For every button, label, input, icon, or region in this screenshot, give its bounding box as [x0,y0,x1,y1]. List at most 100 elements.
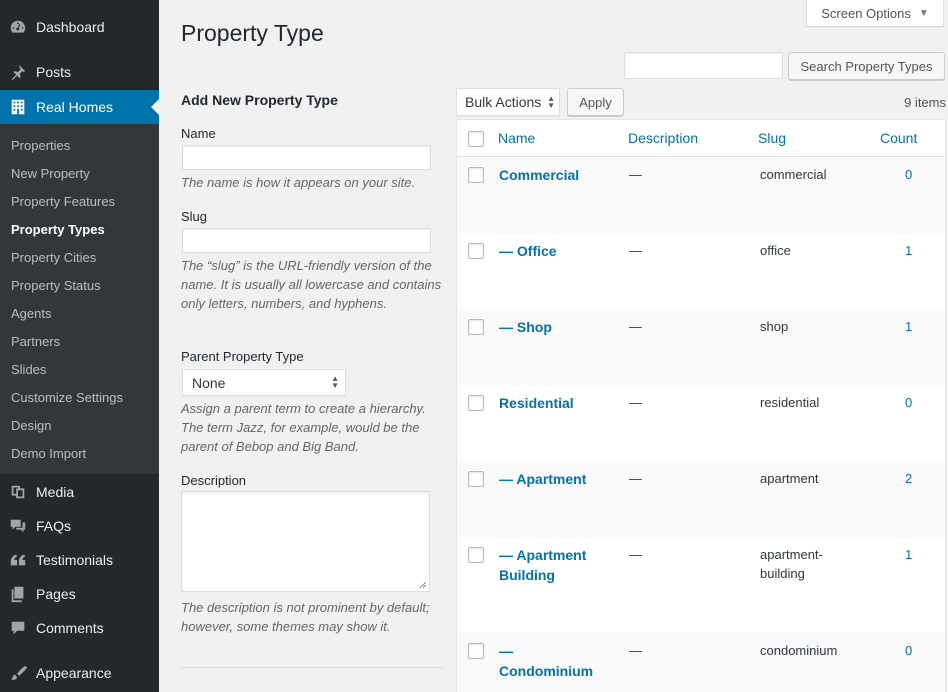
submenu-properties[interactable]: Properties [11,138,70,153]
screen-options-button[interactable]: Screen Options ▼ [806,0,944,27]
name-label: Name [181,126,216,141]
term-count-link[interactable]: 1 [905,319,912,334]
table-row: Residential — residential 0 [457,385,945,461]
term-name-link[interactable]: — Condominium [499,641,609,681]
description-help: The description is not prominent by defa… [181,600,430,634]
slug-input[interactable] [182,228,431,253]
term-count-link[interactable]: 0 [905,167,912,182]
term-slug: residential [760,395,820,410]
select-all-checkbox[interactable] [468,131,484,147]
name-help: The name is how it appears on your site. [181,175,416,190]
menu-label: Posts [36,64,72,80]
menu-faqs[interactable]: FAQs [0,509,159,543]
menu-pages[interactable]: Pages [0,577,159,611]
name-input[interactable] [182,145,431,170]
column-slug-header[interactable]: Slug [758,130,786,146]
search-property-types-button[interactable]: Search Property Types [788,52,945,80]
submenu-slides[interactable]: Slides [11,362,46,377]
term-count-link[interactable]: 1 [905,243,912,258]
submenu-property-cities[interactable]: Property Cities [11,250,96,265]
screen-options-label: Screen Options [821,5,911,21]
menu-media[interactable]: Media [0,475,159,509]
apply-button[interactable]: Apply [567,88,624,116]
menu-label: FAQs [36,518,72,534]
term-slug: condominium [760,643,838,658]
triangle-down-icon: ▼ [918,7,929,19]
submenu-customize-settings[interactable]: Customize Settings [11,390,123,405]
menu-appearance[interactable]: Appearance [0,656,159,690]
submenu-agents[interactable]: Agents [11,306,51,321]
column-name-header[interactable]: Name [498,130,535,146]
menu-comments[interactable]: Comments [0,611,159,645]
parent-select[interactable]: None ▲ ▼ [182,369,346,396]
term-slug: office [760,243,791,258]
menu-label: Real Homes [36,99,114,115]
term-name-link[interactable]: — Office [499,241,619,261]
submenu-property-status[interactable]: Property Status [11,278,101,293]
term-name-link[interactable]: — Apartment [499,469,619,489]
menu-label: Testimonials [36,552,114,568]
term-count-link[interactable]: 1 [905,547,912,562]
table-row: — Condominium — condominium 0 [457,632,945,692]
table-row: — Apartment Building — apartment-buildin… [457,537,945,632]
table-header: Name Description Slug Count [457,120,945,157]
submenu-design[interactable]: Design [11,418,51,433]
term-name-link[interactable]: Commercial [499,165,619,185]
submenu-demo-import[interactable]: Demo Import [11,446,86,461]
column-description-header[interactable]: Description [628,130,698,146]
form-divider [181,667,443,668]
items-count: 9 items [904,95,946,110]
slug-help: The “slug” is the URL-friendly version o… [181,258,442,311]
admin-sidebar: Dashboard Posts Real Homes Properties Ne… [0,0,159,692]
brush-icon [0,664,36,682]
column-count-header[interactable]: Count [880,130,917,146]
menu-testimonials[interactable]: Testimonials [0,543,159,577]
row-checkbox[interactable] [468,319,484,335]
term-name-link[interactable]: Residential [499,393,619,413]
term-count-link[interactable]: 0 [905,643,912,658]
submenu-property-types[interactable]: Property Types [11,222,105,237]
row-checkbox[interactable] [468,547,484,563]
row-checkbox[interactable] [468,167,484,183]
resize-grip-icon[interactable] [419,581,427,589]
table-row: — Office — office 1 [457,233,945,309]
table-row: Commercial — commercial 0 [457,158,945,233]
menu-posts[interactable]: Posts [0,55,159,89]
menu-label: Pages [36,586,76,602]
description-textarea[interactable] [181,491,430,592]
term-description: — [629,243,642,258]
term-description: — [629,643,642,658]
submenu-new-property[interactable]: New Property [11,166,90,181]
term-count-link[interactable]: 2 [905,471,912,486]
quote-icon [0,551,36,569]
table-row: — Apartment — apartment 2 [457,461,945,537]
term-slug: apartment-building [760,547,823,581]
page-title: Property Type [181,20,324,46]
pin-icon [0,63,36,81]
media-icon [0,483,36,501]
term-description: — [629,471,642,486]
term-name-link[interactable]: — Shop [499,317,619,337]
parent-label: Parent Property Type [181,349,304,364]
add-new-heading: Add New Property Type [181,92,338,108]
table-row: — Shop — shop 1 [457,309,945,385]
menu-real-homes[interactable]: Real Homes [0,90,159,124]
menu-label: Comments [36,620,104,636]
term-name-link[interactable]: — Apartment Building [499,545,619,585]
submenu-property-features[interactable]: Property Features [11,194,115,209]
term-slug: shop [760,319,789,334]
row-checkbox[interactable] [468,643,484,659]
menu-dashboard[interactable]: Dashboard [0,10,159,44]
search-input[interactable] [624,52,783,79]
row-checkbox[interactable] [468,395,484,411]
row-checkbox[interactable] [468,471,484,487]
faq-icon [0,517,36,535]
submenu-partners[interactable]: Partners [11,334,60,349]
row-checkbox[interactable] [468,243,484,259]
term-count-link[interactable]: 0 [905,395,912,410]
term-slug: apartment [760,471,819,486]
menu-label: Appearance [36,665,112,681]
bulk-actions-select[interactable]: Bulk Actions ▲ ▼ [456,88,560,116]
parent-help: Assign a parent term to create a hierarc… [181,401,426,454]
terms-table: Name Description Slug Count Commercial —… [456,119,946,692]
